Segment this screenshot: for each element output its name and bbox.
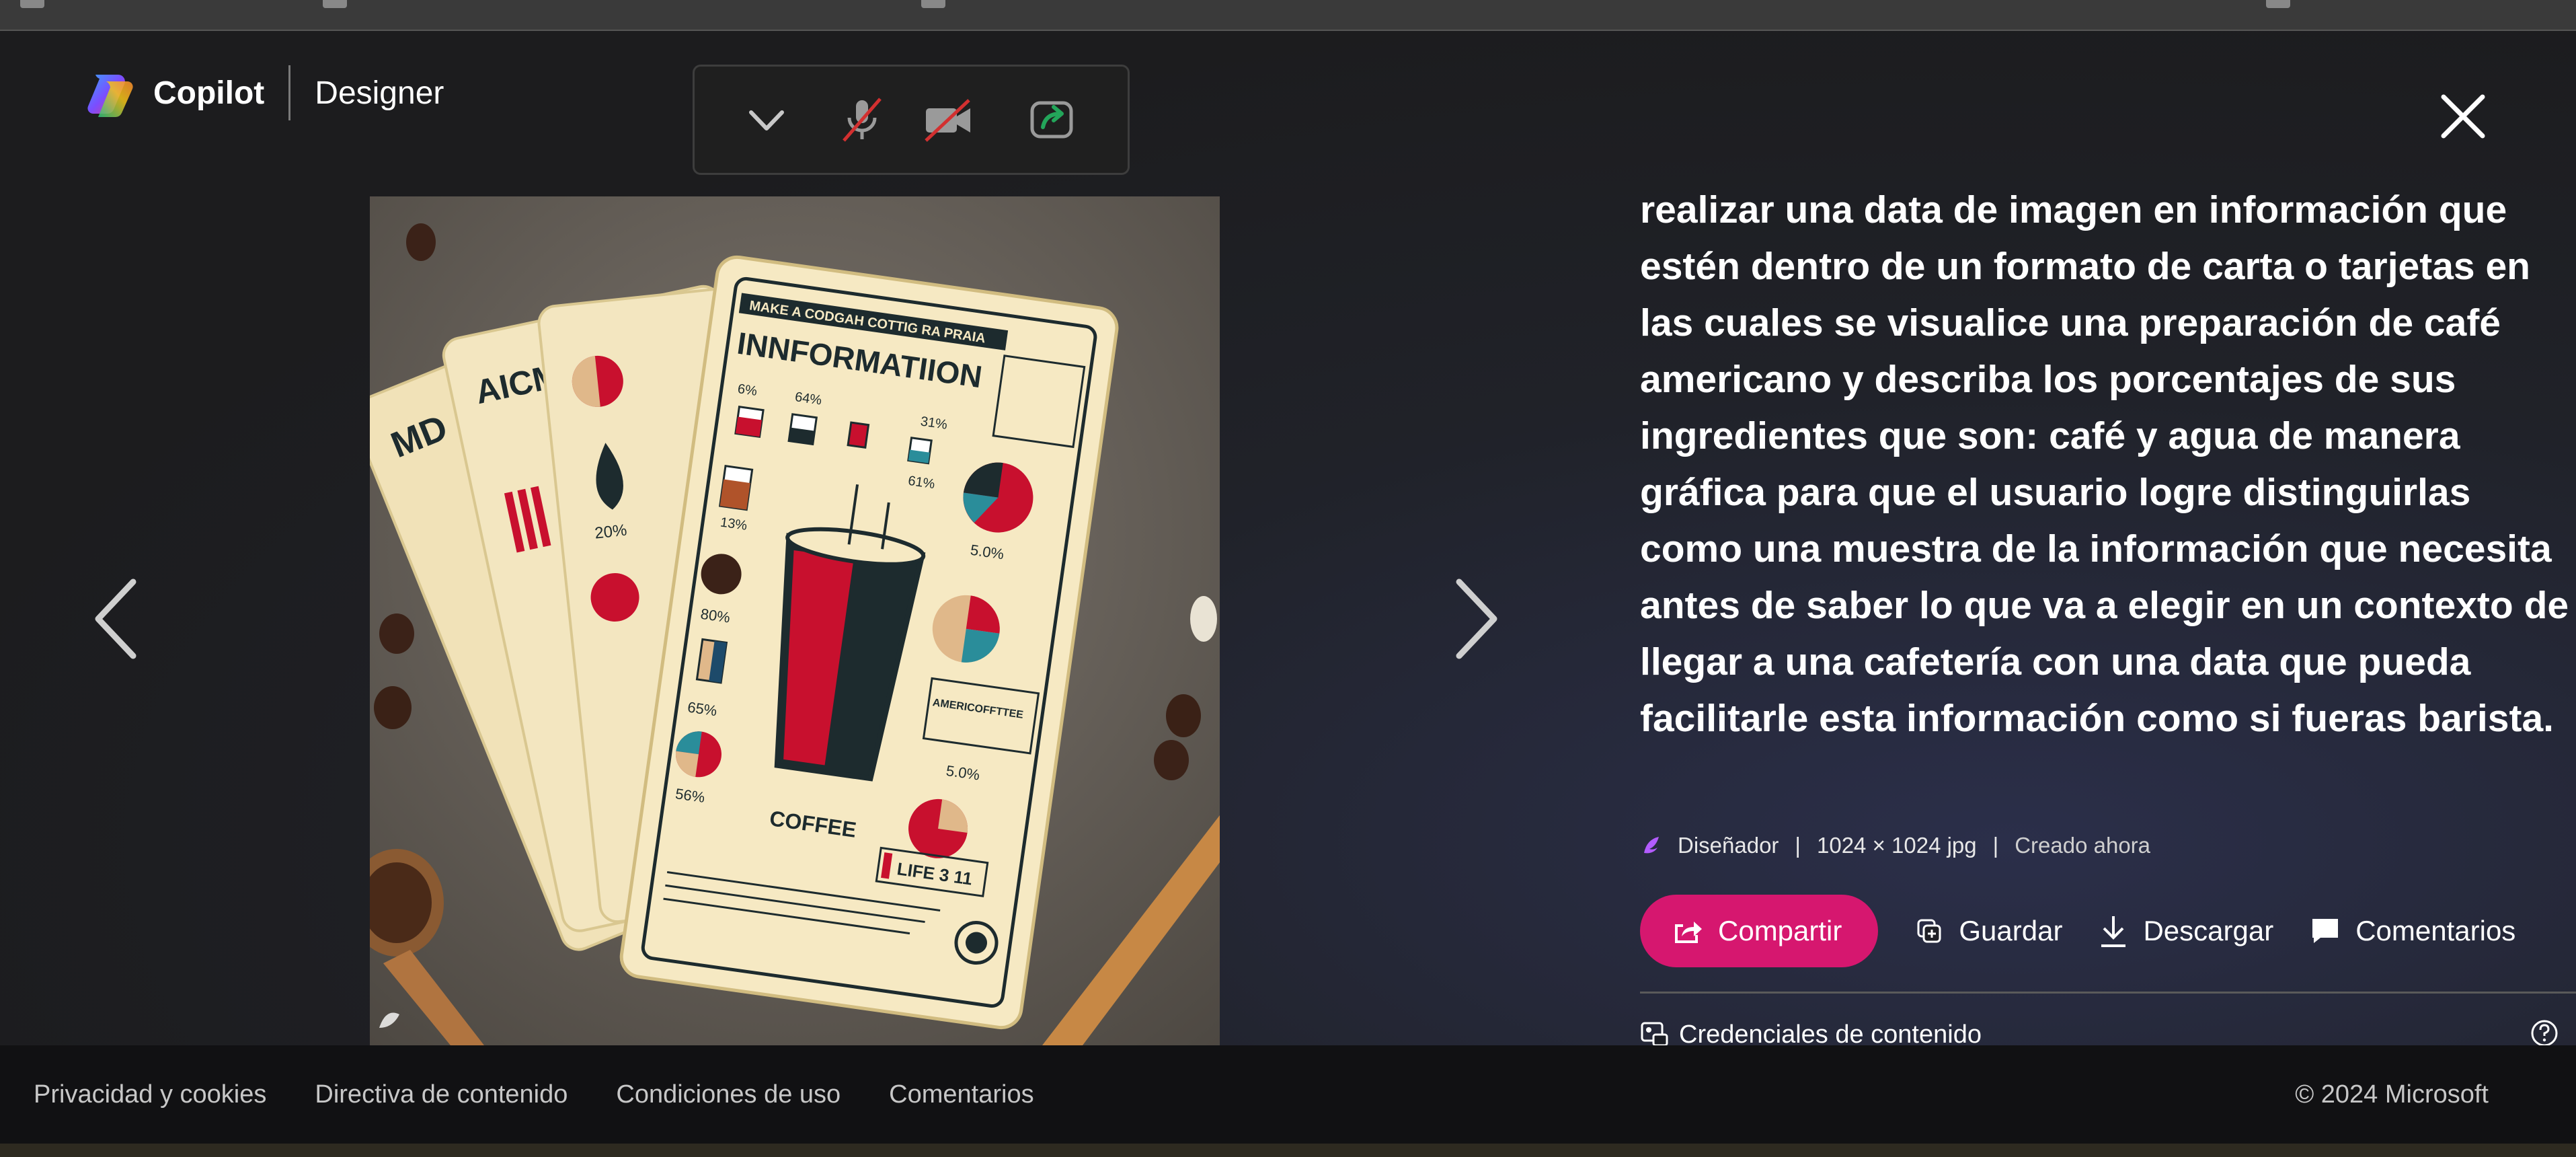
meta-source: Diseñador xyxy=(1678,833,1779,858)
share-button-label: Compartir xyxy=(1718,915,1842,946)
download-icon xyxy=(2101,916,2126,947)
call-controls-bar xyxy=(693,65,1130,175)
download-button[interactable]: Descargar xyxy=(2099,913,2273,948)
footer-link-privacy[interactable]: Privacidad y cookies xyxy=(34,1080,266,1109)
footer-link-content-policy[interactable]: Directiva de contenido xyxy=(315,1080,568,1109)
next-image-arrow-icon[interactable] xyxy=(1444,575,1505,663)
browser-tab-strip xyxy=(0,0,2576,31)
prompt-description: realizar una data de imagen en informaci… xyxy=(1640,188,2569,740)
meta-separator: | xyxy=(1992,833,1999,858)
side-card-label: 20% xyxy=(594,521,628,543)
brand-header: Copilot Designer xyxy=(86,63,444,123)
meta-dimensions: 1024 × 1024 jpg xyxy=(1817,833,1977,858)
collection-add-icon xyxy=(1917,919,1941,943)
copyright: © 2024 Microsoft xyxy=(2295,1080,2489,1109)
meta-separator: | xyxy=(1795,833,1801,858)
chevron-down-icon[interactable] xyxy=(740,94,793,146)
card-percent: 6% xyxy=(737,381,758,399)
coffee-infographic-illustration: MD AICM 20% MAKE A CODGAH COTTIG RA PRAI… xyxy=(370,196,1220,1045)
content-credentials-icon xyxy=(1641,1022,1668,1047)
share-button[interactable]: Compartir xyxy=(1640,895,1879,967)
brand-divider xyxy=(288,65,291,120)
generated-image[interactable]: MD AICM 20% MAKE A CODGAH COTTIG RA PRAI… xyxy=(370,196,1220,1045)
coffee-bean xyxy=(1154,740,1189,780)
tab-favicon[interactable] xyxy=(2266,0,2290,8)
camera-off-icon[interactable] xyxy=(922,94,974,146)
meta-created: Creado ahora xyxy=(2015,833,2151,858)
coffee-bean xyxy=(374,686,412,729)
microphone-muted-icon[interactable] xyxy=(836,94,888,146)
previous-image-arrow-icon[interactable] xyxy=(87,575,148,663)
image-metadata: Diseñador | 1024 × 1024 jpg | Creado aho… xyxy=(1640,829,2150,862)
tab-favicon[interactable] xyxy=(20,0,44,8)
brand-product: Designer xyxy=(315,75,444,111)
coffee-bean xyxy=(379,613,414,654)
copilot-logo-icon xyxy=(87,75,133,117)
footer-link-feedback[interactable]: Comentarios xyxy=(889,1080,1033,1109)
comment-icon xyxy=(2312,919,2339,943)
comments-button[interactable]: Comentarios xyxy=(2310,915,2515,947)
brand-name: Copilot xyxy=(153,75,265,111)
taskbar-edge xyxy=(0,1144,2576,1157)
footer-link-terms[interactable]: Condiciones de uso xyxy=(616,1080,841,1109)
tab-favicon[interactable] xyxy=(921,0,945,8)
save-button-label: Guardar xyxy=(1959,915,2063,946)
save-button[interactable]: Guardar xyxy=(1914,915,2062,947)
comments-button-label: Comentarios xyxy=(2355,915,2516,946)
coffee-bean xyxy=(1166,694,1201,737)
tab-favicon[interactable] xyxy=(323,0,347,8)
close-icon[interactable] xyxy=(2434,87,2492,145)
share-icon xyxy=(1675,922,1702,943)
image-actions: Compartir Guardar Descargar Comentarios xyxy=(1640,895,2515,967)
divider xyxy=(1640,992,2576,994)
coffee-bean xyxy=(406,223,436,261)
coffee-bean xyxy=(1190,596,1217,642)
footer: Privacidad y cookies Directiva de conten… xyxy=(0,1045,2576,1144)
download-button-label: Descargar xyxy=(2143,915,2274,946)
designer-icon xyxy=(1644,837,1659,854)
share-screen-icon[interactable] xyxy=(1025,94,1078,146)
help-icon[interactable] xyxy=(2530,1018,2559,1048)
